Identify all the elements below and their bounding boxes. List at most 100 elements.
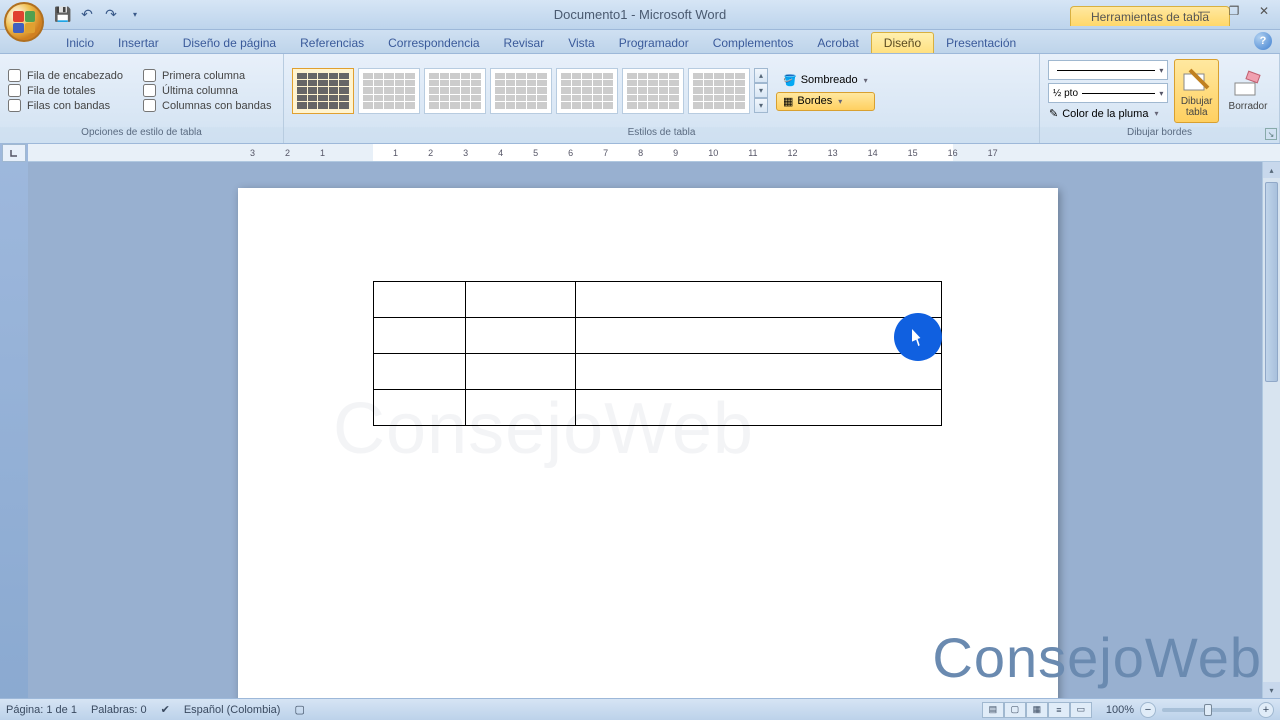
group-table-style-options: Fila de encabezado Primera columna Fila …	[0, 54, 284, 143]
chk-total-row-label: Fila de totales	[27, 85, 95, 97]
zoom-out-button[interactable]: −	[1140, 702, 1156, 718]
document-table[interactable]	[373, 281, 942, 426]
draw-table-button[interactable]: Dibujar tabla	[1174, 59, 1219, 123]
borders-label: Bordes	[797, 95, 832, 107]
chk-header-row[interactable]: Fila de encabezado	[8, 69, 123, 82]
chevron-down-icon: ▾	[838, 97, 842, 106]
chk-last-col-label: Última columna	[162, 85, 238, 97]
eraser-label: Borrador	[1229, 101, 1268, 112]
status-words[interactable]: Palabras: 0	[91, 704, 147, 716]
tab-diseno-pagina[interactable]: Diseño de página	[171, 33, 288, 53]
status-page[interactable]: Página: 1 de 1	[6, 704, 77, 716]
group-launcher-button[interactable]: ↘	[1265, 128, 1277, 140]
table-style-thumb[interactable]	[622, 68, 684, 114]
qat-customize-button[interactable]: ▾	[124, 4, 146, 26]
save-button[interactable]: 💾	[52, 4, 74, 26]
scroll-down-button[interactable]: ▾	[1263, 682, 1280, 698]
vertical-scrollbar[interactable]: ▴ ▾	[1262, 162, 1280, 698]
undo-button[interactable]: ↶	[76, 4, 98, 26]
scroll-thumb[interactable]	[1265, 182, 1278, 382]
status-language[interactable]: Español (Colombia)	[184, 704, 281, 716]
group-label-draw-borders: Dibujar bordes↘	[1040, 127, 1279, 143]
tab-insertar[interactable]: Insertar	[106, 33, 171, 53]
chk-banded-cols[interactable]: Columnas con bandas	[143, 99, 271, 112]
redo-button[interactable]: ↷	[100, 4, 122, 26]
office-button[interactable]	[4, 2, 44, 42]
gallery-more-button[interactable]: ▾	[754, 98, 768, 113]
view-full-screen[interactable]: ▢	[1004, 702, 1026, 718]
table-style-thumb[interactable]	[556, 68, 618, 114]
scroll-up-button[interactable]: ▴	[1263, 162, 1280, 178]
macro-record-icon[interactable]: ▢	[294, 703, 304, 716]
proofing-icon[interactable]: ✔	[161, 703, 170, 716]
view-buttons: ▤ ▢ ▦ ≡ ▭	[982, 702, 1092, 718]
group-table-styles: ▴ ▾ ▾ 🪣 Sombreado ▾ ▦ Bordes ▾ Estilos d…	[284, 54, 1040, 143]
tab-presentacion[interactable]: Presentación	[934, 33, 1028, 53]
office-logo-icon	[13, 11, 35, 33]
view-print-layout[interactable]: ▤	[982, 702, 1004, 718]
document-area: 3211234567891011121314151617 ConsejoWeb	[0, 144, 1280, 698]
tab-correspondencia[interactable]: Correspondencia	[376, 33, 491, 53]
tab-complementos[interactable]: Complementos	[701, 33, 806, 53]
gallery-scroll-down[interactable]: ▾	[754, 83, 768, 98]
chk-first-col-label: Primera columna	[162, 70, 245, 82]
horizontal-ruler[interactable]: 3211234567891011121314151617	[28, 144, 1280, 162]
chevron-down-icon: ▾	[1154, 109, 1158, 118]
chk-header-row-label: Fila de encabezado	[27, 70, 123, 82]
close-button[interactable]: ✕	[1252, 2, 1276, 20]
view-draft[interactable]: ▭	[1070, 702, 1092, 718]
table-style-thumb[interactable]	[358, 68, 420, 114]
table-style-thumb[interactable]	[424, 68, 486, 114]
group-draw-borders: ▾ ½ pto ▾ ✎ Color de la pluma ▾ Dibujar t…	[1040, 54, 1280, 143]
cursor-highlight-icon	[894, 313, 942, 361]
tab-acrobat[interactable]: Acrobat	[805, 33, 870, 53]
chk-first-col[interactable]: Primera columna	[143, 69, 271, 82]
chk-banded-rows[interactable]: Filas con bandas	[8, 99, 123, 112]
line-weight-combo[interactable]: ½ pto ▾	[1048, 83, 1168, 103]
tab-diseno[interactable]: Diseño	[871, 32, 934, 53]
document-viewport[interactable]: ConsejoWeb	[28, 162, 1280, 698]
pen-color-button[interactable]: ✎ Color de la pluma ▾	[1048, 106, 1168, 121]
table-style-thumb[interactable]	[490, 68, 552, 114]
shading-label: Sombreado	[801, 74, 858, 86]
pencil-table-icon	[1182, 64, 1212, 94]
chk-total-row[interactable]: Fila de totales	[8, 84, 123, 97]
maximize-button[interactable]: ❐	[1222, 2, 1246, 20]
gallery-scroll-up[interactable]: ▴	[754, 68, 768, 83]
tab-revisar[interactable]: Revisar	[492, 33, 557, 53]
chk-banded-cols-label: Columnas con bandas	[162, 100, 271, 112]
tab-referencias[interactable]: Referencias	[288, 33, 376, 53]
ribbon-tabs: Inicio Insertar Diseño de página Referen…	[0, 30, 1280, 54]
zoom-slider-thumb[interactable]	[1204, 704, 1212, 716]
view-outline[interactable]: ≡	[1048, 702, 1070, 718]
zoom-value[interactable]: 100%	[1106, 704, 1134, 716]
zoom-slider[interactable]	[1162, 708, 1252, 712]
view-web-layout[interactable]: ▦	[1026, 702, 1048, 718]
gallery-scroll: ▴ ▾ ▾	[754, 68, 768, 113]
table-style-gallery: ▴ ▾ ▾	[292, 68, 768, 114]
chk-banded-rows-label: Filas con bandas	[27, 100, 110, 112]
help-button[interactable]: ?	[1254, 32, 1272, 50]
line-weight-value: ½ pto	[1053, 88, 1078, 99]
draw-table-label: Dibujar tabla	[1179, 96, 1214, 118]
page[interactable]: ConsejoWeb	[238, 188, 1058, 698]
tab-programador[interactable]: Programador	[607, 33, 701, 53]
quick-access-toolbar: 💾 ↶ ↷ ▾	[52, 4, 146, 26]
group-label-table-styles: Estilos de tabla	[284, 127, 1039, 143]
tab-vista[interactable]: Vista	[556, 33, 606, 53]
minimize-button[interactable]: —	[1192, 2, 1216, 20]
status-bar: Página: 1 de 1 Palabras: 0 ✔ Español (Co…	[0, 698, 1280, 720]
zoom-in-button[interactable]: +	[1258, 702, 1274, 718]
eraser-button[interactable]: Borrador	[1225, 64, 1271, 117]
shading-button[interactable]: 🪣 Sombreado ▾	[776, 71, 875, 90]
table-style-thumb[interactable]	[292, 68, 354, 114]
line-style-combo[interactable]: ▾	[1048, 60, 1168, 80]
chevron-down-icon: ▾	[1159, 89, 1163, 98]
pen-icon: ✎	[1049, 107, 1058, 120]
window-title: Documento1 - Microsoft Word	[554, 7, 726, 22]
tab-inicio[interactable]: Inicio	[54, 33, 106, 53]
chk-last-col[interactable]: Última columna	[143, 84, 271, 97]
table-style-thumb[interactable]	[688, 68, 750, 114]
tab-selector[interactable]	[2, 144, 26, 162]
borders-button[interactable]: ▦ Bordes ▾	[776, 92, 875, 111]
